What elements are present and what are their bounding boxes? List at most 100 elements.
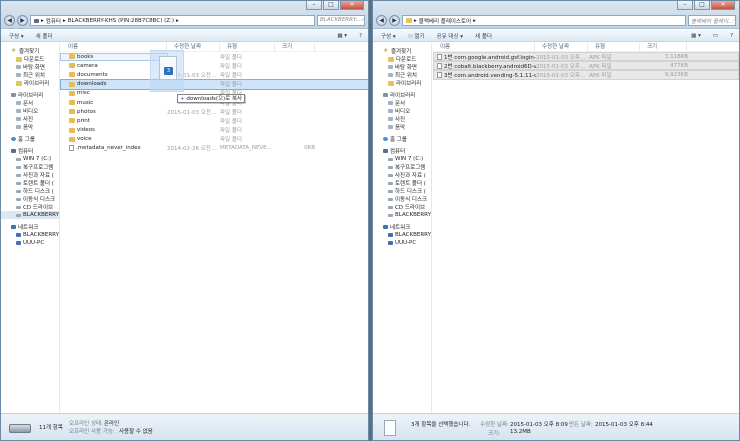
view-options-icon[interactable]: ▦ ▾ <box>337 33 347 39</box>
nav-item-recent[interactable]: 최근 위치 <box>1 71 59 79</box>
view-options-icon[interactable]: ▦ ▾ <box>691 33 701 39</box>
nav-homegroup[interactable]: 홈 그룹 <box>373 135 431 143</box>
table-row[interactable]: voice 파일 폴더 <box>61 135 368 144</box>
nav-favorites[interactable]: ★ 즐겨찾기 <box>1 47 59 56</box>
table-row[interactable]: print 파일 폴더 <box>61 116 368 125</box>
table-row[interactable]: downloads 파일 폴더 <box>60 78 368 90</box>
nav-drive-hdd[interactable]: 하드 디스크 ( <box>373 187 431 195</box>
column-type[interactable]: 유형 <box>220 42 275 52</box>
nav-item-pictures[interactable]: 사진 <box>373 115 431 123</box>
table-row[interactable]: videos 파일 폴더 <box>61 126 368 135</box>
nav-net-blackberry[interactable]: BLACKBERRY <box>373 231 431 239</box>
nav-item-downloads[interactable]: 다운로드 <box>1 55 59 63</box>
table-row[interactable]: 3번 com.android.vending-5.1.11-cobalt...2… <box>433 70 739 80</box>
nav-drive-torrent[interactable]: 토렌트 폴더 ( <box>373 179 431 187</box>
organize-button[interactable]: 구성 ▾ <box>9 32 24 40</box>
address-bar[interactable]: ▸ 컴퓨터 ▸ BLACKBERRY-KHS (PIN:28B7C8BC) (Z… <box>30 15 315 26</box>
nav-drive-cd[interactable]: CD 드라이브 <box>1 203 59 211</box>
created-date-value: 2015-01-03 오후 8:44 <box>595 422 653 428</box>
nav-net-blackberry[interactable]: BLACKBERRY <box>1 231 59 239</box>
nav-net-uuu-pc[interactable]: UUU-PC <box>373 239 431 247</box>
nav-drive-removable[interactable]: 이동식 디스크 <box>373 195 431 203</box>
nav-drive-photos[interactable]: 사진과 자료 ( <box>373 171 431 179</box>
file-list: 이름 수정한 날짜 유형 크기 1번 com.google.android.gs… <box>433 42 739 413</box>
breadcrumb-folder[interactable]: 블랙베리 플레이스토어 <box>419 17 471 25</box>
breadcrumb-computer[interactable]: 컴퓨터 <box>46 17 61 25</box>
column-size[interactable]: 크기 <box>275 42 315 52</box>
nav-item-pictures[interactable]: 사진 <box>1 115 59 123</box>
close-button[interactable]: ✕ <box>711 1 735 10</box>
nav-item-desktop[interactable]: 바탕 화면 <box>373 63 431 71</box>
column-headers: 이름 수정한 날짜 유형 크기 <box>61 42 368 52</box>
address-bar[interactable]: ▸ 블랙베리 플레이스토어 ▸ <box>402 15 686 26</box>
nav-drive-recovery[interactable]: 복구프로그램 <box>373 163 431 171</box>
title-bar[interactable]: – □ ✕ ◀ ▶ ▸ 블랙베리 플레이스토어 ▸ 블랙베리 플레이...⌕ <box>373 1 739 29</box>
nav-drive-hdd[interactable]: 하드 디스크 ( <box>1 187 59 195</box>
nav-network[interactable]: 네트워크 <box>373 223 431 231</box>
column-type[interactable]: 유형 <box>588 42 640 52</box>
table-row[interactable]: .metadata_never_index 2014-02-26 오전... MET… <box>61 144 368 153</box>
nav-computer[interactable]: 컴퓨터 <box>373 147 431 155</box>
minimize-button[interactable]: – <box>677 1 693 10</box>
open-button[interactable]: 열기 <box>407 32 425 40</box>
nav-homegroup[interactable]: 홈 그룹 <box>1 135 59 143</box>
column-size[interactable]: 크기 <box>640 42 687 52</box>
breadcrumb-drive[interactable]: BLACKBERRY-KHS (PIN:28B7C8BC) (Z:) <box>68 18 174 24</box>
drive-icon <box>16 189 21 193</box>
nav-drive-cd[interactable]: CD 드라이브 <box>373 203 431 211</box>
back-button[interactable]: ◀ <box>376 15 387 26</box>
table-row[interactable]: documents 2015-01-03 오전... 파일 폴더 <box>61 70 368 79</box>
organize-button[interactable]: 구성 ▾ <box>381 32 396 40</box>
title-bar[interactable]: – □ ✕ ◀ ▶ ▸ 컴퓨터 ▸ BLACKBERRY-KHS (PIN:28… <box>1 1 368 29</box>
table-row[interactable]: photos 2015-01-03 오전... 파일 폴더 <box>61 107 368 116</box>
close-button[interactable]: ✕ <box>340 1 364 10</box>
nav-drive-torrent[interactable]: 토렌트 폴더 ( <box>1 179 59 187</box>
search-input[interactable]: BLACKBERRY... ⌕ <box>317 15 365 26</box>
nav-item-downloads[interactable]: 다운로드 <box>373 55 431 63</box>
table-row[interactable]: 2번 cobalt.blackberry.android6D-v1.3.apk2… <box>433 61 739 71</box>
minimize-button[interactable]: – <box>306 1 322 10</box>
explorer-window-right: – □ ✕ ◀ ▶ ▸ 블랙베리 플레이스토어 ▸ 블랙베리 플레이...⌕ 구… <box>372 0 740 441</box>
table-row[interactable]: books 파일 폴더 <box>60 52 368 61</box>
nav-item-documents[interactable]: 문서 <box>1 99 59 107</box>
nav-drive-blackberry[interactable]: BLACKBERRY <box>373 211 431 219</box>
maximize-button[interactable]: □ <box>694 1 710 10</box>
nav-item-recent[interactable]: 최근 위치 <box>373 71 431 79</box>
share-with-button[interactable]: 공유 대상 ▾ <box>437 32 464 40</box>
nav-drive-recovery[interactable]: 복구프로그램 <box>1 163 59 171</box>
forward-button[interactable]: ▶ <box>17 15 28 26</box>
table-row[interactable]: camera 파일 폴더 <box>61 61 368 70</box>
help-icon[interactable]: ? <box>730 33 733 39</box>
nav-libraries[interactable]: 라이브러리 <box>1 91 59 99</box>
column-name[interactable]: 이름 <box>433 42 535 52</box>
modified-date-value: 2015-01-03 오후 8:09 <box>510 422 568 428</box>
nav-net-uuu-pc[interactable]: UUU-PC <box>1 239 59 247</box>
nav-drive-removable[interactable]: 이동식 디스크 <box>1 195 59 203</box>
maximize-button[interactable]: □ <box>323 1 339 10</box>
nav-item-videos[interactable]: 비디오 <box>1 107 59 115</box>
nav-favorites[interactable]: ★ 즐겨찾기 <box>373 47 431 56</box>
nav-drive-c[interactable]: WIN 7 (C:) <box>373 155 431 163</box>
nav-drive-blackberry[interactable]: BLACKBERRY <box>1 211 59 219</box>
nav-drive-c[interactable]: WIN 7 (C:) <box>1 155 59 163</box>
nav-item-libraries[interactable]: 라이브러리 <box>1 79 59 87</box>
nav-item-music[interactable]: 음악 <box>1 123 59 131</box>
table-row[interactable]: 1번 com.google.android.gsf.login-4.3-c...… <box>433 52 739 62</box>
nav-item-videos[interactable]: 비디오 <box>373 107 431 115</box>
preview-pane-icon[interactable]: ▭ <box>713 33 718 39</box>
nav-item-libraries[interactable]: 라이브러리 <box>373 79 431 87</box>
nav-item-desktop[interactable]: 바탕 화면 <box>1 63 59 71</box>
new-folder-button[interactable]: 새 폴더 <box>36 32 53 40</box>
nav-libraries[interactable]: 라이브러리 <box>373 91 431 99</box>
nav-computer[interactable]: 컴퓨터 <box>1 147 59 155</box>
forward-button[interactable]: ▶ <box>389 15 400 26</box>
nav-network[interactable]: 네트워크 <box>1 223 59 231</box>
nav-item-music[interactable]: 음악 <box>373 123 431 131</box>
back-button[interactable]: ◀ <box>4 15 15 26</box>
new-folder-button[interactable]: 새 폴더 <box>475 32 492 40</box>
column-date[interactable]: 수정한 날짜 <box>535 42 588 52</box>
nav-drive-photos[interactable]: 사진과 자료 ( <box>1 171 59 179</box>
search-input[interactable]: 블랙베리 플레이...⌕ <box>688 15 736 26</box>
help-icon[interactable]: ? <box>359 33 362 39</box>
nav-item-documents[interactable]: 문서 <box>373 99 431 107</box>
